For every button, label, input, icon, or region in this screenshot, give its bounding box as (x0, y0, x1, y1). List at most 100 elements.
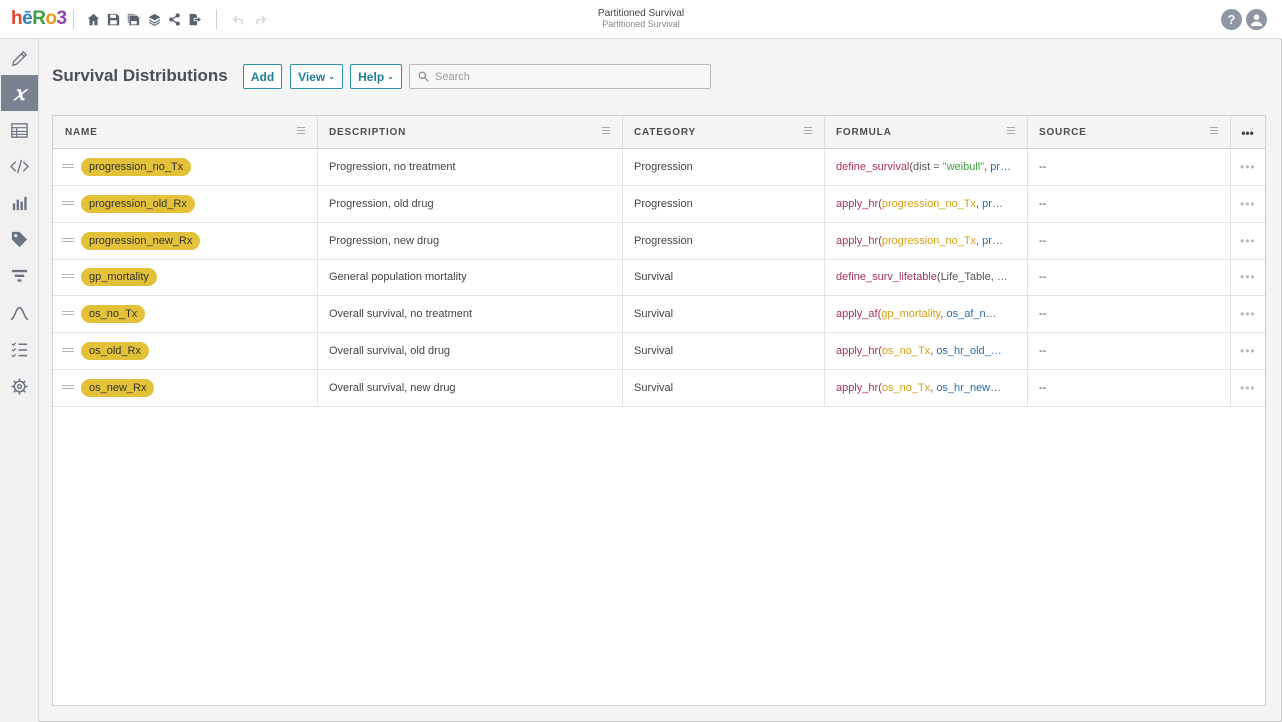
filter-icon (11, 269, 28, 282)
formula-cell[interactable]: define_survival(dist = "weibull", pr… (836, 149, 1016, 185)
top-bar: hēRo3 Partitioned Survival Partitioned S… (0, 0, 1282, 39)
bar-chart-icon (12, 196, 27, 210)
user-avatar-icon[interactable] (1246, 9, 1267, 30)
drag-handle-icon[interactable] (62, 311, 74, 317)
help-menu-button[interactable]: Help ⌄ (350, 64, 402, 89)
column-header-name[interactable]: NAME (53, 116, 318, 149)
row-more-icon[interactable]: ••• (1240, 370, 1256, 406)
column-divider (317, 333, 318, 369)
formula-text: define_surv_lifetable(Life_Table, … (836, 271, 1016, 283)
document-title: Partitioned Survival (597, 8, 685, 19)
curve-icon (10, 306, 29, 320)
left-sidebar: 𝑥 (0, 39, 39, 722)
formula-cell[interactable]: apply_hr(os_no_Tx, os_hr_new… (836, 370, 1016, 406)
formula-text: apply_hr(progression_no_Tx, pr… (836, 235, 1016, 247)
column-divider (1027, 222, 1028, 259)
formula-token: (dist = (909, 161, 943, 173)
formula-cell[interactable]: apply_hr(os_no_Tx, os_hr_old_… (836, 333, 1016, 369)
column-divider (824, 333, 825, 369)
formula-text: apply_hr(os_no_Tx, os_hr_old_… (836, 345, 1016, 357)
table-options-button[interactable]: ••• (1230, 116, 1265, 149)
category-cell: Progression (634, 197, 693, 210)
column-divider (824, 296, 825, 333)
help-icon[interactable]: ? (1221, 9, 1242, 30)
sidebar-item-tables[interactable] (1, 112, 38, 148)
description-cell: Progression, no treatment (329, 161, 456, 173)
column-divider (1027, 333, 1028, 369)
search-input[interactable] (435, 70, 705, 83)
formula-cell[interactable]: apply_hr(progression_no_Tx, pr… (836, 223, 1016, 259)
distribution-name-pill[interactable]: os_old_Rx (81, 342, 149, 360)
code-icon (10, 159, 29, 173)
sidebar-item-edit[interactable] (1, 40, 38, 76)
column-menu-icon[interactable] (804, 127, 812, 136)
drag-handle-icon[interactable] (62, 384, 74, 391)
column-header-formula[interactable]: FORMULA (824, 116, 1028, 149)
formula-token: apply_hr (836, 197, 879, 210)
column-divider (622, 369, 623, 406)
source-cell: -- (1039, 161, 1047, 173)
distribution-name-pill[interactable]: gp_mortality (81, 268, 157, 287)
description-cell: Progression, new drug (329, 234, 440, 247)
drag-handle-icon[interactable] (62, 348, 74, 354)
table-row[interactable]: os_new_Rx Overall survival, new drug Survi… (53, 369, 1265, 407)
row-more-icon[interactable]: ••• (1240, 296, 1256, 332)
distribution-name-pill[interactable]: os_no_Tx (81, 305, 146, 324)
table-row[interactable]: os_old_Rx Overall survival, old drug Survi… (53, 333, 1265, 370)
table-row[interactable]: os_no_Tx Overall survival, no treatment Su… (53, 296, 1265, 334)
sidebar-item-checklist[interactable] (1, 331, 38, 367)
sidebar-item-survival[interactable] (1, 295, 38, 331)
table-row[interactable]: progression_old_Rx Progression, old drug P… (53, 185, 1265, 223)
formula-token: pr… (982, 197, 1003, 210)
sidebar-item-results[interactable] (1, 185, 38, 221)
column-header-source[interactable]: SOURCE (1027, 116, 1231, 149)
sidebar-item-settings[interactable] (1, 368, 38, 404)
drag-handle-icon[interactable] (62, 237, 74, 244)
distribution-name-pill[interactable]: progression_new_Rx (81, 231, 201, 250)
column-divider (622, 185, 623, 222)
add-button[interactable]: Add (243, 64, 282, 89)
category-cell: Survival (634, 271, 674, 284)
column-divider (1230, 222, 1231, 259)
column-menu-icon[interactable] (1007, 127, 1015, 136)
column-divider (1230, 296, 1231, 333)
drag-handle-icon[interactable] (62, 200, 74, 207)
view-menu-button[interactable]: View ⌄ (290, 64, 343, 89)
column-header-category[interactable]: CATEGORY (622, 116, 825, 149)
distribution-name-pill[interactable]: progression_old_Rx (81, 194, 195, 213)
column-menu-icon[interactable] (602, 127, 610, 136)
sidebar-item-tags[interactable] (1, 221, 38, 257)
row-more-icon[interactable]: ••• (1240, 259, 1256, 295)
sidebar-item-scripts[interactable] (1, 148, 38, 184)
column-divider (824, 149, 825, 185)
distribution-name-pill[interactable]: os_new_Rx (81, 378, 155, 397)
table-row[interactable]: progression_new_Rx Progression, new drug P… (53, 222, 1265, 260)
source-cell: -- (1039, 234, 1047, 247)
column-menu-icon[interactable] (1210, 127, 1218, 136)
sidebar-item-filters[interactable] (1, 258, 38, 294)
table-row[interactable]: progression_no_Tx Progression, no treatme… (53, 149, 1265, 186)
formula-token: os_hr_new… (936, 381, 1002, 394)
formula-cell[interactable]: define_surv_lifetable(Life_Table, … (836, 259, 1016, 295)
formula-token: apply_af (836, 308, 878, 321)
drag-handle-icon[interactable] (62, 164, 74, 170)
source-cell: -- (1039, 197, 1047, 210)
row-more-icon[interactable]: ••• (1240, 186, 1256, 222)
variable-x-icon: 𝑥 (13, 81, 26, 105)
column-header-description[interactable]: DESCRIPTION (317, 116, 623, 149)
column-divider (317, 259, 318, 296)
distribution-name-pill[interactable]: progression_no_Tx (81, 158, 192, 176)
sidebar-item-distributions[interactable]: 𝑥 (1, 75, 38, 111)
drag-handle-icon[interactable] (62, 274, 74, 280)
formula-token: apply_hr (836, 234, 879, 247)
column-divider (824, 369, 825, 406)
chevron-down-icon: ⌄ (328, 72, 335, 81)
row-more-icon[interactable]: ••• (1240, 223, 1256, 259)
column-menu-icon[interactable] (297, 127, 305, 136)
formula-cell[interactable]: apply_af(gp_mortality, os_af_n… (836, 296, 1016, 332)
row-more-icon[interactable]: ••• (1240, 149, 1256, 185)
table-row[interactable]: gp_mortality General population mortality… (53, 259, 1265, 297)
row-more-icon[interactable]: ••• (1240, 333, 1256, 369)
description-cell: General population mortality (329, 271, 467, 284)
formula-cell[interactable]: apply_hr(progression_no_Tx, pr… (836, 186, 1016, 222)
